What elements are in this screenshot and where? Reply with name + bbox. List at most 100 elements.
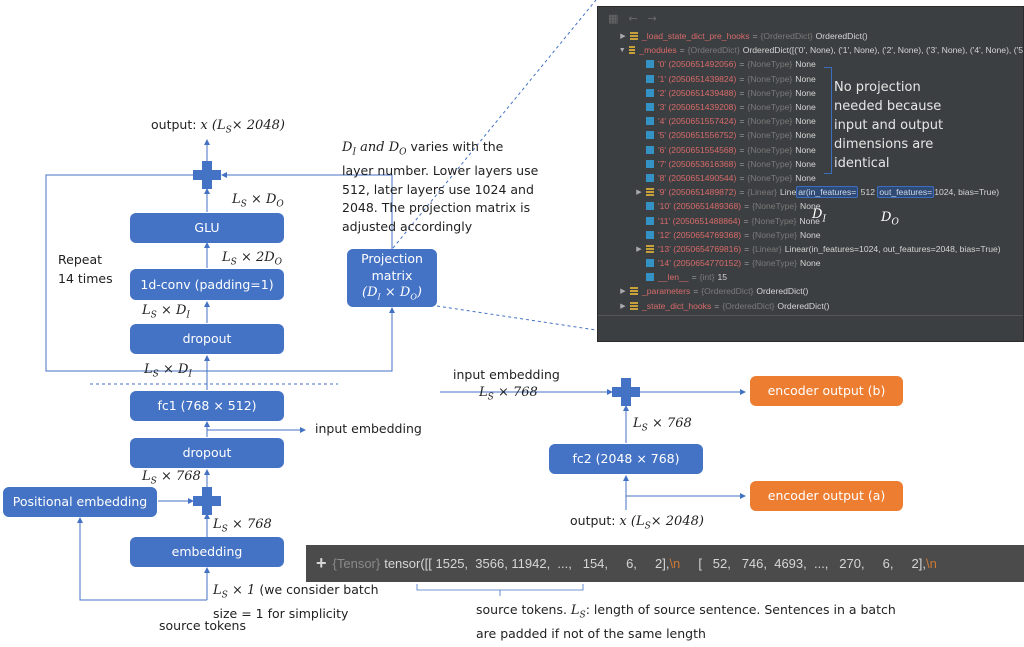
debugger-row[interactable]: ▶ _load_state_dict_pre_hooks = {OrderedDict…: [598, 29, 1023, 43]
collapse-triangle-icon[interactable]: ▼: [618, 47, 627, 54]
variable-type: {NoneType}: [747, 59, 793, 70]
tensor-row-2: [ 52, 746, 4693, ..., 270, 6, 2],: [680, 556, 926, 571]
fc1-block[interactable]: fc1 (768 × 512): [130, 391, 284, 421]
primitive-value-icon: [646, 230, 654, 239]
equals-sign: =: [714, 300, 720, 311]
variable-type: {NoneType}: [747, 172, 793, 183]
dropout-bottom-block[interactable]: dropout: [130, 438, 284, 468]
glu-block[interactable]: GLU: [130, 213, 284, 243]
expand-triangle-icon[interactable]: ▶: [618, 302, 628, 310]
batch-note: LS × 1 (we consider batch size = 1 for s…: [213, 582, 379, 621]
variable-value: None: [800, 258, 821, 269]
restore-layout-icon[interactable]: ▦: [608, 12, 618, 25]
variable-type: {NoneType}: [747, 102, 793, 113]
variable-value: None: [795, 59, 816, 70]
newline-marker-1: \n: [669, 556, 681, 571]
fc2-block[interactable]: fc2 (2048 × 768): [549, 444, 703, 474]
variable-value: 15: [717, 272, 728, 283]
debugger-row[interactable]: '3' (2050651439208) = {NoneType} None: [598, 100, 1023, 114]
debugger-row[interactable]: ▶ '13' (2050654769816) = {Linear} Linear(in_…: [598, 242, 1023, 256]
shape-label-ls-di-loop: LS × DI: [144, 362, 192, 380]
equals-sign: =: [739, 144, 745, 155]
projection-matrix-block[interactable]: Projection matrix (DI × DO): [347, 249, 437, 307]
debugger-row[interactable]: '7' (2050653616368) = {NoneType} None: [598, 157, 1023, 171]
expand-triangle-icon[interactable]: ▶: [618, 32, 628, 40]
equals-sign: =: [739, 130, 745, 141]
equals-sign: =: [744, 229, 750, 240]
debugger-variables-panel[interactable]: ▦ ← → ▶ _load_state_dict_pre_hooks = {Order…: [597, 6, 1024, 342]
back-arrow-icon[interactable]: ←: [628, 12, 637, 25]
positional-embedding-block[interactable]: Positional embedding: [3, 487, 157, 517]
note-line-1: No projection: [834, 80, 921, 95]
equals-sign: =: [752, 31, 758, 42]
projection-note-line-1: varies with the: [410, 139, 504, 154]
equals-sign: =: [739, 158, 745, 169]
repeat-label-line-2: 14 times: [58, 271, 113, 286]
equals-sign: =: [744, 201, 750, 212]
forward-arrow-icon[interactable]: →: [648, 12, 657, 25]
equals-sign: =: [743, 215, 749, 226]
projection-line-2: matrix: [371, 268, 413, 284]
source-tokens-label: source tokens: [159, 618, 246, 633]
variable-name: '5' (2050651556752): [658, 130, 737, 141]
debugger-row[interactable]: '11' (2050651488864) = {NoneType} None: [598, 213, 1023, 227]
primitive-value-icon: [646, 74, 654, 83]
debugger-row[interactable]: '14' (2050654770152) = {NoneType} None: [598, 256, 1023, 270]
note-line-2: needed because: [834, 99, 942, 114]
repeat-label: Repeat 14 times: [58, 250, 113, 288]
primitive-value-icon: [646, 273, 654, 282]
tensor-value-bar[interactable]: + {Tensor} tensor([[ 1525, 3566, 11942, …: [306, 545, 1024, 582]
projection-note-line-2: layer number. Lower layers use: [342, 163, 539, 179]
debugger-row[interactable]: ▼ _modules = {OrderedDict} OrderedDict([('0'…: [598, 43, 1023, 57]
collection-icon: [630, 287, 638, 296]
encoder-output-label: output: x (LS× 2048): [151, 117, 285, 136]
decoder-input-embedding-label: input embedding LS × 768: [453, 367, 560, 403]
variable-name: '0' (2050651492056): [658, 59, 737, 70]
debugger-row[interactable]: '2' (2050651439488) = {NoneType} None: [598, 86, 1023, 100]
expand-triangle-icon[interactable]: ▶: [634, 245, 644, 253]
variable-value: None: [800, 229, 821, 240]
conv1d-block[interactable]: 1d-conv (padding=1): [130, 269, 284, 300]
variable-type: {NoneType}: [747, 87, 793, 98]
equals-sign: =: [744, 258, 750, 269]
equals-sign: =: [739, 116, 745, 127]
embedding-block[interactable]: embedding: [130, 537, 284, 567]
encoder-output-b-block[interactable]: encoder output (b): [750, 376, 903, 406]
variable-name: '2' (2050651439488): [658, 87, 737, 98]
input-embedding-tap-label: input embedding: [315, 421, 422, 436]
debugger-row[interactable]: '5' (2050651556752) = {NoneType} None: [598, 128, 1023, 142]
encoder-output-a-block[interactable]: encoder output (a): [750, 481, 903, 511]
shape-label-ls-di-top: LS × DI: [142, 303, 190, 321]
equals-sign: =: [739, 172, 745, 183]
variable-name: '9' (2050651489872): [658, 187, 737, 198]
debugger-row[interactable]: '6' (2050651554568) = {NoneType} None: [598, 143, 1023, 157]
variable-name: '12' (2050654769368): [658, 229, 742, 240]
expand-triangle-icon[interactable]: ▶: [618, 287, 628, 295]
debugger-row[interactable]: '8' (2050651490544) = {NoneType} None: [598, 171, 1023, 185]
variable-name: __len__: [658, 272, 689, 283]
primitive-value-icon: [646, 173, 654, 182]
newline-marker-2: \n: [925, 556, 937, 571]
expand-plus-icon[interactable]: +: [316, 553, 327, 574]
collection-icon: [646, 244, 654, 253]
debugger-row[interactable]: '10' (2050651489368) = {NoneType} None: [598, 199, 1023, 213]
collection-icon: [630, 301, 638, 310]
expand-triangle-icon[interactable]: ▶: [634, 188, 644, 196]
debugger-row[interactable]: ▶ _parameters = {OrderedDict} OrderedDict(): [598, 284, 1023, 298]
dropout-top-block[interactable]: dropout: [130, 324, 284, 354]
debugger-row[interactable]: ▶ _state_dict_hooks = {OrderedDict} OrderedD…: [598, 299, 1023, 313]
debugger-row[interactable]: '0' (2050651492056) = {NoneType} None: [598, 57, 1023, 71]
projection-note: DI and DO varies with the layer number. …: [342, 138, 538, 236]
equals-sign: =: [679, 45, 685, 56]
decoder-input-embedding-text: input embedding: [453, 367, 560, 382]
do-annotation: DO: [881, 210, 899, 228]
debugger-row[interactable]: '1' (2050651439824) = {NoneType} None: [598, 72, 1023, 86]
repeat-label-line-1: Repeat: [58, 252, 103, 267]
debugger-row[interactable]: ▶ '9' (2050651489872) = {Linear} Line ar(in_f…: [598, 185, 1023, 199]
debugger-row[interactable]: __len__ = {int} 15: [598, 270, 1023, 284]
debugger-row[interactable]: '4' (2050651557424) = {NoneType} None: [598, 114, 1023, 128]
equals-sign: =: [739, 187, 745, 198]
debugger-row[interactable]: '12' (2050654769368) = {NoneType} None: [598, 228, 1023, 242]
equals-sign: =: [739, 87, 745, 98]
note-line-3: input and output: [834, 118, 944, 133]
